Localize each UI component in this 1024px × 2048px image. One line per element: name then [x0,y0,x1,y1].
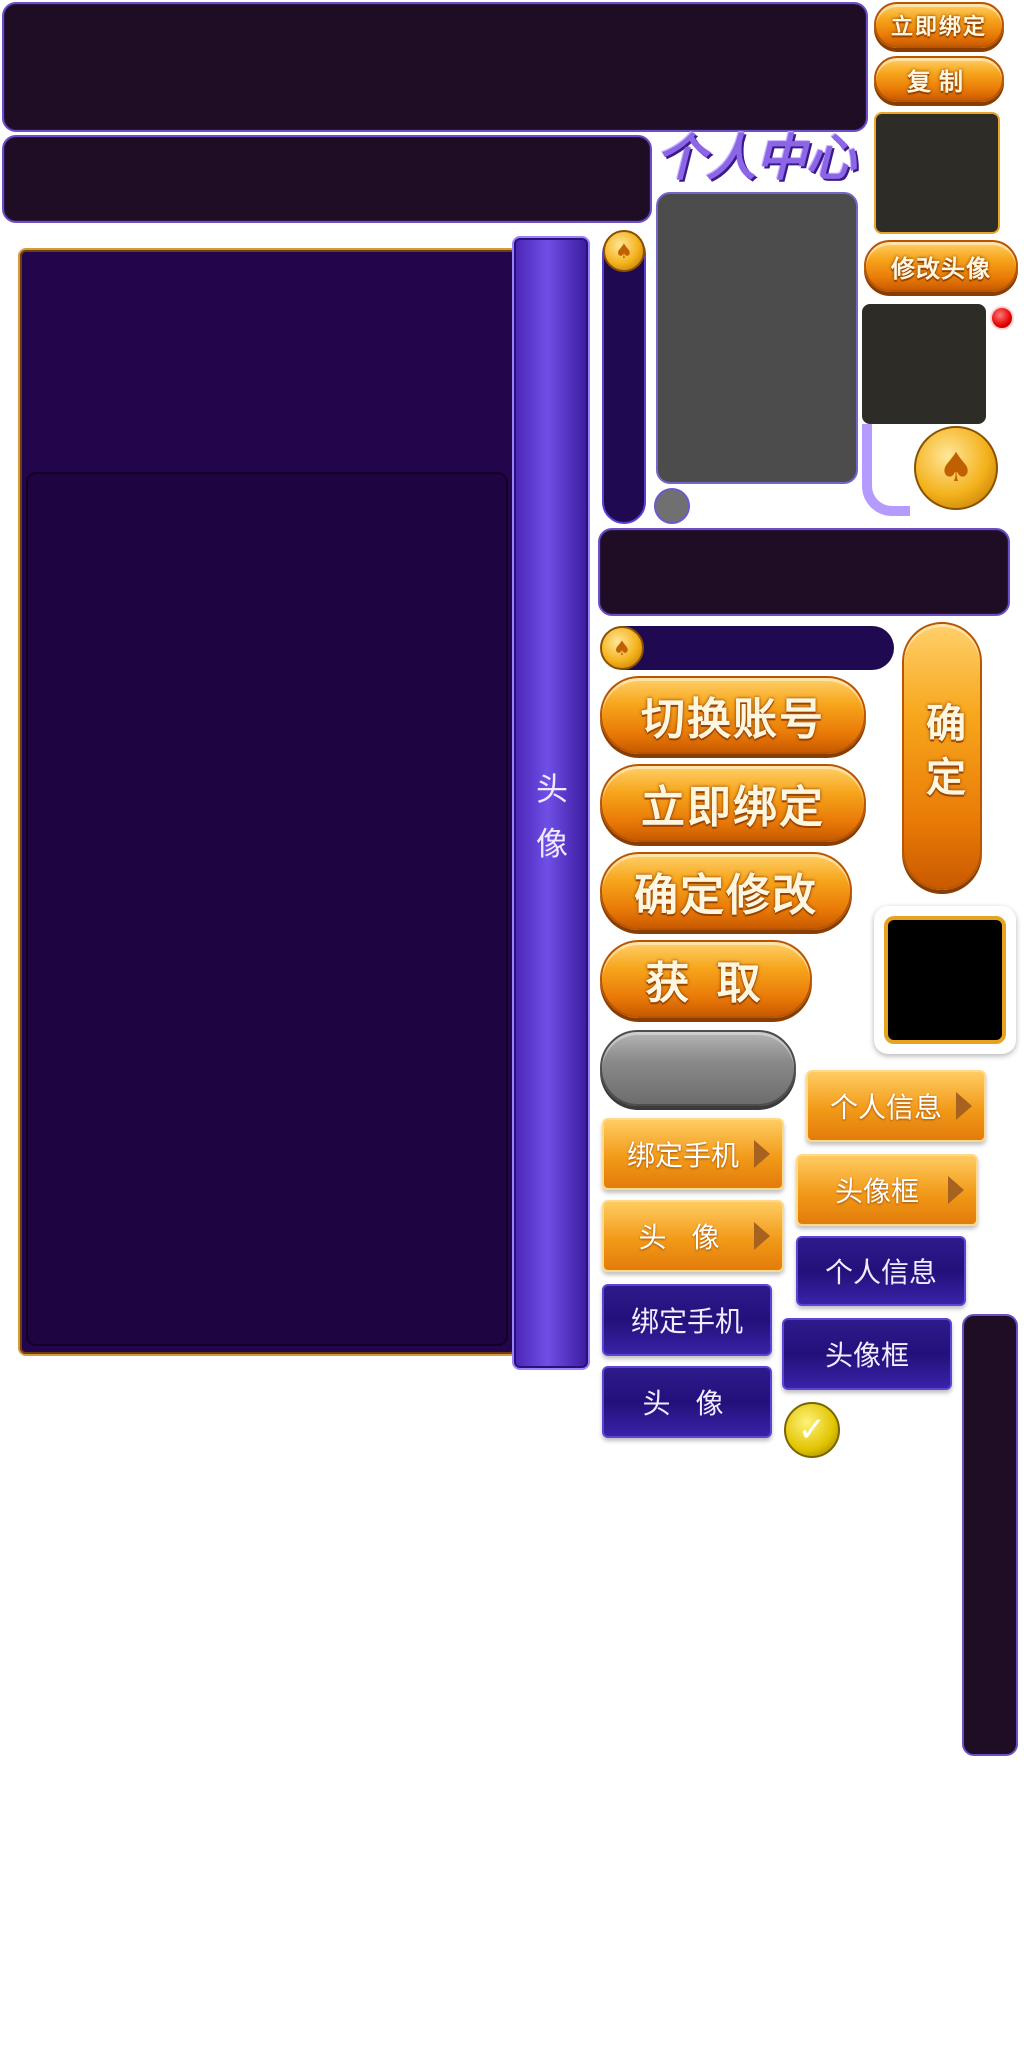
tab-avatar-frame[interactable]: 头像框 [782,1318,952,1390]
avatar-frame-preview [874,906,1016,1054]
avatar-panel-inner [26,472,508,1346]
progress-coin-icon: ♠ [600,626,644,670]
phone-info-bar [2,135,652,223]
progress-track [602,626,894,670]
switch-account-button[interactable]: 切换账号 [600,676,866,754]
avatar-frame-inner [884,916,1006,1044]
copy-button[interactable]: 复制 [874,56,1004,102]
confirm-label: 确定 [919,702,965,810]
confirm-change-button[interactable]: 确定修改 [600,852,852,930]
side-tab-label: 头 像 [531,771,569,865]
scroll-panel[interactable] [962,1314,1018,1756]
grey-dot-icon [654,488,690,524]
input-bar[interactable] [598,528,1010,616]
avatar-placeholder [656,192,858,484]
spade-coin-icon: ♠ [603,230,645,272]
vertical-scroll-track[interactable] [602,232,646,524]
account-info-bar [2,2,868,132]
chevron-right-icon [956,1092,972,1120]
chevron-right-icon [754,1222,770,1250]
bind-now-small-button[interactable]: 立即绑定 [874,2,1004,48]
side-tab-avatar[interactable]: 头 像 [512,236,590,1370]
purple-hook-icon [862,424,910,516]
avatar-preview-small [862,304,986,424]
tab-personal-info[interactable]: 个人信息 [796,1236,966,1306]
chevron-right-icon [754,1140,770,1168]
tab-avatar-frame-active[interactable]: 头像框 [796,1154,978,1226]
tab-personal-info-active[interactable]: 个人信息 [806,1070,986,1142]
tab-avatar-active[interactable]: 头 像 [602,1200,784,1272]
change-avatar-button[interactable]: 修改头像 [864,240,1018,292]
red-dot-icon [990,306,1014,330]
confirm-button[interactable]: 确定 [902,622,982,890]
avatar-panel [18,248,518,1356]
tab-bind-phone[interactable]: 绑定手机 [602,1284,772,1356]
tab-bind-phone-active-label: 绑定手机 [626,1139,739,1172]
disabled-button[interactable] [600,1030,796,1106]
tab-avatar[interactable]: 头 像 [602,1366,772,1438]
page-title: 个人中心 [656,129,856,187]
fetch-button[interactable]: 获 取 [600,940,812,1018]
tab-bind-phone-active[interactable]: 绑定手机 [602,1118,784,1190]
avatar-preview-large [874,112,1000,234]
tab-avatar-frame-active-label: 头像框 [834,1175,919,1208]
bind-now-button[interactable]: 立即绑定 [600,764,866,842]
chevron-right-icon [948,1176,964,1204]
big-spade-coin-icon: ♠ [914,426,998,510]
tab-avatar-active-label: 头 像 [638,1221,728,1254]
check-icon[interactable]: ✓ [784,1402,840,1458]
tab-personal-info-active-label: 个人信息 [829,1091,942,1124]
